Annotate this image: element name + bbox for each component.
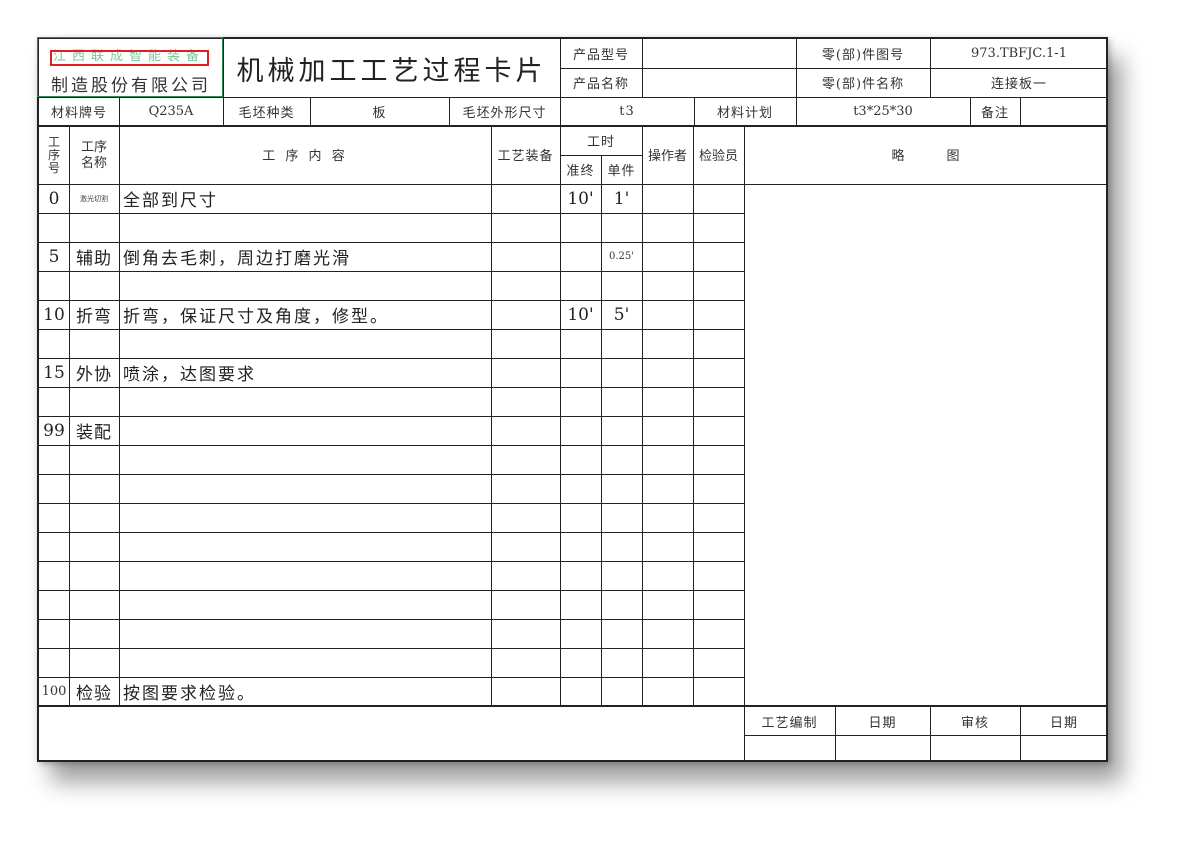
step-content (119, 416, 495, 445)
step-name: 折弯 (76, 307, 112, 327)
table-row[interactable]: 0 激光切割 全部到尺寸 10' 1' (39, 184, 744, 213)
table-row[interactable]: 5 辅助 倒角去毛刺，周边打磨光滑 0.25' (39, 242, 744, 271)
equipment-header: 工艺装备 (497, 149, 554, 164)
company-name: 制造股份有限公司 (51, 75, 211, 96)
remark-value[interactable] (1020, 97, 1108, 125)
blank-size-value[interactable]: t3 (560, 97, 694, 125)
review-date-label: 日期 (1049, 715, 1078, 731)
step-no: 15 (43, 362, 65, 383)
step-prep-time: 10' (567, 304, 594, 325)
inspector-header: 检验员 (698, 149, 738, 164)
step-unit-time: 0.25' (608, 251, 634, 262)
step-name: 检验 (76, 683, 112, 704)
table-row[interactable]: 100 检验 按图要求检验。 (39, 677, 744, 705)
blank-type-label: 毛坯种类 (238, 105, 295, 121)
prepared-by-label: 工艺编制 (761, 715, 818, 731)
step-prep-time (560, 677, 601, 705)
blank-type-value[interactable]: 板 (310, 97, 449, 125)
sketch-header: 略 图 (891, 149, 961, 164)
product-model-value[interactable] (642, 39, 796, 68)
product-model-label: 产品型号 (572, 48, 629, 63)
step-no: 99 (43, 420, 65, 441)
review-label: 审核 (960, 715, 989, 731)
step-no: 0 (48, 188, 60, 209)
step-no: 100 (41, 683, 67, 699)
product-name-label: 产品名称 (572, 77, 629, 92)
table-row[interactable]: 10 折弯 折弯，保证尺寸及角度，修型。 10' 5' (39, 300, 744, 329)
table-row[interactable]: 15 外协 喷涂，达图要求 (39, 358, 744, 387)
prep-time-header: 准终 (566, 164, 595, 179)
material-grade-value[interactable]: Q235A (119, 97, 223, 125)
step-prep-time: 10' (567, 188, 594, 209)
step-unit-time: 1' (613, 188, 630, 209)
step-unit-time (601, 416, 642, 445)
step-name: 装配 (76, 423, 112, 443)
step-content: 按图要求检验。 (123, 683, 256, 704)
prepared-date-input[interactable] (835, 736, 930, 762)
part-name-value[interactable]: 连接板一 (930, 68, 1108, 97)
step-unit-time (601, 677, 642, 705)
product-name-value[interactable] (642, 68, 796, 97)
step-no-header: 工序号 (47, 135, 60, 175)
date-label: 日期 (868, 715, 897, 731)
part-no-value[interactable]: 973.TBFJC.1-1 (930, 39, 1108, 68)
operator-header: 操作者 (647, 149, 687, 164)
content-header: 工 序 内 容 (262, 149, 348, 164)
step-no: 5 (48, 246, 60, 267)
step-name: 辅助 (76, 249, 112, 269)
unit-time-header: 单件 (607, 164, 636, 179)
step-name-header: 工序 名称 (80, 139, 107, 171)
step-prep-time (560, 242, 601, 271)
material-plan-label: 材料计划 (716, 105, 773, 121)
step-unit-time (601, 358, 642, 387)
work-time-header: 工时 (586, 134, 615, 150)
part-no-label: 零(部)件图号 (821, 48, 905, 63)
step-content: 全部到尺寸 (123, 191, 218, 211)
step-content: 折弯，保证尺寸及角度，修型。 (123, 307, 389, 327)
table-row[interactable]: 99 装配 (39, 416, 744, 445)
step-prep-time (560, 358, 601, 387)
step-name: 激光切割 (80, 194, 108, 203)
sketch-area[interactable] (745, 185, 1107, 705)
review-date-input[interactable] (1020, 736, 1108, 762)
step-content: 喷涂，达图要求 (123, 365, 256, 385)
page-title: 机械加工工艺过程卡片 (236, 55, 547, 87)
remark-label: 备注 (980, 105, 1009, 121)
prepared-by-input[interactable] (744, 736, 835, 762)
step-name: 外协 (76, 365, 112, 385)
review-input[interactable] (930, 736, 1020, 762)
step-prep-time (560, 416, 601, 445)
blank-size-label: 毛坯外形尺寸 (462, 105, 547, 121)
material-grade-label: 材料牌号 (50, 105, 107, 121)
step-no: 10 (43, 304, 65, 325)
step-content: 倒角去毛刺，周边打磨光滑 (123, 249, 351, 269)
part-name-label: 零(部)件名称 (821, 77, 905, 92)
redaction-box (50, 50, 209, 66)
process-card-sheet: 江西联成智能装备 制造股份有限公司 机械加工工艺过程卡片 产品型号 产品名称 零… (37, 37, 1108, 762)
step-unit-time: 5' (613, 304, 630, 325)
material-plan-value[interactable]: t3*25*30 (796, 97, 970, 125)
